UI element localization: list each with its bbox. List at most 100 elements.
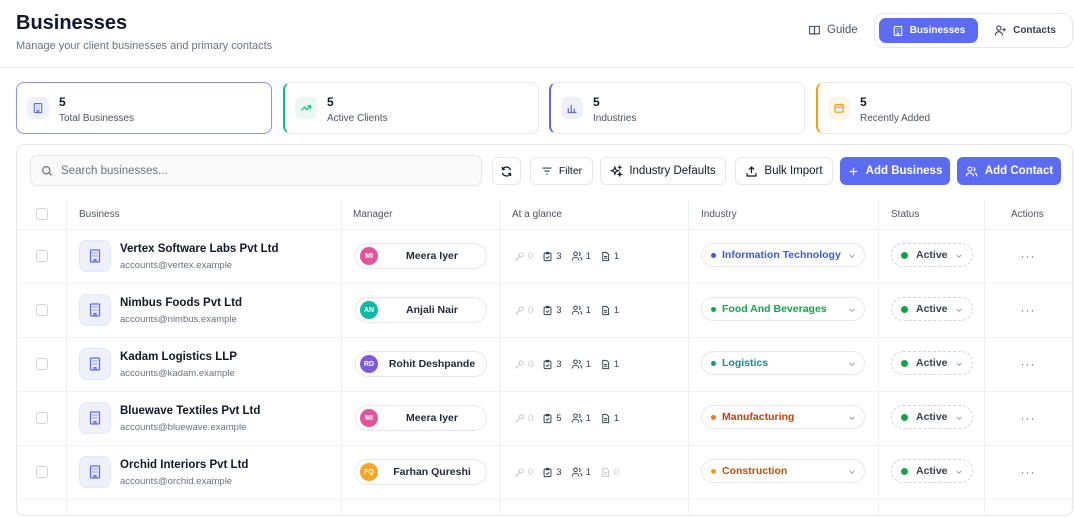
- add-contact-label: Add Contact: [984, 165, 1054, 177]
- business-email: accounts@vertex.example: [120, 260, 233, 271]
- stat-card-recently-added[interactable]: 5 Recently Added: [816, 82, 1072, 134]
- row-checkbox[interactable]: [36, 304, 48, 316]
- manager-select[interactable]: RD Rohit Deshpande: [355, 351, 487, 377]
- document-icon: [602, 467, 609, 477]
- column-header-industry[interactable]: Industry: [701, 199, 737, 229]
- tab-businesses[interactable]: Businesses: [879, 18, 978, 43]
- more-actions-icon[interactable]: ···: [1017, 248, 1039, 264]
- table-row[interactable]: Nimbus Foods Pvt Ltd accounts@nimbus.exa…: [17, 283, 1072, 337]
- building-icon: [79, 294, 111, 326]
- column-header-business[interactable]: Business: [79, 199, 120, 229]
- book-icon: [809, 25, 820, 35]
- view-switcher: Businesses Contacts: [874, 13, 1073, 48]
- tab-contacts[interactable]: Contacts: [981, 18, 1069, 43]
- business-name[interactable]: Vertex Software Labs Pvt Ltd: [120, 243, 279, 255]
- row-checkbox[interactable]: [36, 250, 48, 262]
- industry-select[interactable]: Food And Beverages: [701, 297, 865, 321]
- filter-icon: [542, 167, 552, 175]
- business-name[interactable]: Kadam Logistics LLP: [120, 351, 237, 363]
- manager-select[interactable]: AN Anjali Nair: [355, 297, 487, 323]
- refresh-button[interactable]: [492, 157, 521, 185]
- status-select[interactable]: Active: [891, 297, 973, 321]
- industry-select[interactable]: Logistics: [701, 351, 865, 375]
- table-row[interactable]: Orchid Interiors Pvt Ltd accounts@orchid…: [17, 445, 1072, 499]
- bulk-import-button[interactable]: Bulk Import: [735, 157, 833, 185]
- status-select[interactable]: Active: [891, 459, 973, 483]
- glance-tasks: 3: [542, 251, 562, 262]
- industry-select[interactable]: Manufacturing: [701, 405, 865, 429]
- row-checkbox[interactable]: [36, 466, 48, 478]
- key-icon: [515, 305, 524, 315]
- chevron-down-icon: [956, 308, 962, 312]
- business-name[interactable]: Orchid Interiors Pvt Ltd: [120, 459, 248, 471]
- row-checkbox[interactable]: [36, 358, 48, 370]
- chevron-down-icon: [849, 254, 855, 258]
- search-icon: [42, 165, 52, 176]
- manager-select[interactable]: FQ Farhan Qureshi: [355, 459, 487, 485]
- plus-icon: [849, 167, 857, 175]
- status-select[interactable]: Active: [891, 405, 973, 429]
- filter-button[interactable]: Filter: [530, 157, 593, 185]
- search-box[interactable]: [30, 155, 482, 186]
- column-header-status[interactable]: Status: [891, 199, 919, 229]
- key-icon: [515, 467, 524, 477]
- manager-name: Meera Iyer: [406, 412, 458, 424]
- more-actions-icon[interactable]: ···: [1017, 302, 1039, 318]
- industry-dot: [711, 252, 716, 258]
- user-plus-icon: [994, 25, 1006, 36]
- glance-contacts: 1: [571, 358, 591, 370]
- businesses-table-card: Filter Industry Defaults Bulk Import Add…: [16, 144, 1073, 516]
- industry-dot: [711, 306, 716, 312]
- status-label: Active: [916, 303, 948, 315]
- industry-defaults-button[interactable]: Industry Defaults: [600, 157, 726, 185]
- document-icon: [602, 251, 609, 261]
- add-business-button[interactable]: Add Business: [840, 157, 950, 185]
- status-select[interactable]: Active: [891, 351, 973, 375]
- stat-card-industries[interactable]: 5 Industries: [549, 82, 805, 134]
- more-actions-icon[interactable]: ···: [1017, 356, 1039, 372]
- industry-select[interactable]: Information Technology: [701, 243, 865, 267]
- stat-value: 5: [593, 95, 600, 109]
- manager-select[interactable]: MI Meera Iyer: [355, 243, 487, 269]
- search-input[interactable]: [61, 164, 461, 177]
- document-icon: [602, 305, 609, 315]
- table-row[interactable]: Bluewave Textiles Pvt Ltd accounts@bluew…: [17, 391, 1072, 445]
- business-name[interactable]: Bluewave Textiles Pvt Ltd: [120, 405, 260, 417]
- status-dot: [901, 251, 908, 259]
- status-dot: [901, 413, 908, 421]
- at-a-glance: 0 3 1 0: [514, 464, 628, 480]
- stat-card-active-clients[interactable]: 5 Active Clients: [283, 82, 539, 134]
- status-label: Active: [916, 411, 948, 423]
- status-select[interactable]: Active: [891, 243, 973, 267]
- add-contact-button[interactable]: Add Contact: [957, 157, 1061, 185]
- table-row[interactable]: Kadam Logistics LLP accounts@kadam.examp…: [17, 337, 1072, 391]
- select-all-checkbox[interactable]: [36, 208, 48, 220]
- avatar: RD: [360, 355, 378, 373]
- row-divider: [17, 499, 1072, 500]
- calendar-icon: [828, 97, 850, 119]
- clipboard-icon: [543, 359, 552, 369]
- column-header-manager[interactable]: Manager: [353, 199, 392, 229]
- manager-select[interactable]: MI Meera Iyer: [355, 405, 487, 431]
- status-dot: [901, 359, 908, 367]
- table-row[interactable]: Vertex Software Labs Pvt Ltd accounts@ve…: [17, 229, 1072, 283]
- clipboard-icon: [543, 251, 552, 261]
- table-header: Business Manager At a glance Industry St…: [17, 199, 1072, 229]
- more-actions-icon[interactable]: ···: [1017, 410, 1039, 426]
- column-header-actions: Actions: [1011, 208, 1044, 220]
- manager-name: Anjali Nair: [406, 304, 458, 316]
- industry-label: Logistics: [722, 357, 769, 369]
- stat-card-total-businesses[interactable]: 5 Total Businesses: [16, 82, 272, 134]
- business-name[interactable]: Nimbus Foods Pvt Ltd: [120, 297, 242, 309]
- more-actions-icon[interactable]: ···: [1017, 464, 1039, 480]
- status-label: Active: [916, 465, 948, 477]
- glance-keys: 0: [514, 359, 533, 370]
- page-title: Businesses: [16, 12, 128, 34]
- stat-label: Recently Added: [860, 113, 931, 124]
- stat-value: 5: [860, 95, 867, 109]
- guide-button[interactable]: Guide: [808, 20, 858, 40]
- industry-select[interactable]: Construction: [701, 459, 865, 483]
- users-icon: [965, 165, 978, 176]
- row-checkbox[interactable]: [36, 412, 48, 424]
- glance-documents: 1: [600, 305, 619, 316]
